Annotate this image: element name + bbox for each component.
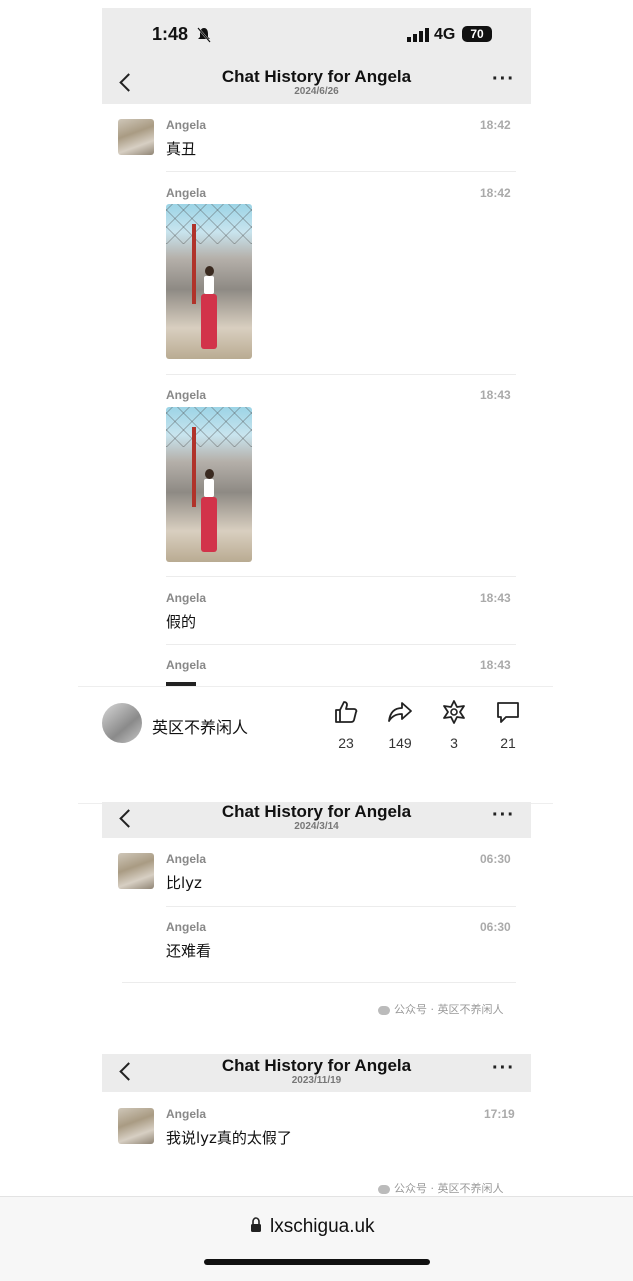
chat-header-2: Chat History for Angela 2024/3/14 ··· bbox=[102, 802, 531, 838]
chat-header-3: Chat History for Angela 2023/11/19 ··· bbox=[102, 1054, 531, 1092]
message-time: 18:43 bbox=[480, 658, 511, 672]
status-bar: 1:48 4G 70 bbox=[102, 8, 531, 64]
like-count: 23 bbox=[338, 735, 354, 751]
message-time: 18:43 bbox=[480, 388, 511, 402]
share-icon bbox=[388, 702, 412, 722]
more-dots-icon[interactable]: ··· bbox=[492, 1057, 515, 1080]
divider bbox=[166, 171, 516, 172]
message-text: 还难看 bbox=[166, 942, 212, 960]
message-time: 18:42 bbox=[480, 186, 511, 200]
comment-icon bbox=[497, 702, 519, 723]
message-text: 我说lyz真的太假了 bbox=[166, 1129, 292, 1147]
wechat-icon bbox=[378, 1005, 390, 1015]
chat-body-3: Angela 17:19 我说lyz真的太假了 bbox=[102, 1092, 531, 1194]
like-button[interactable]: 23 bbox=[326, 699, 366, 751]
sender-name: Angela bbox=[166, 118, 207, 132]
divider bbox=[166, 374, 516, 375]
chat-title: Chat History for Angela bbox=[221, 1056, 412, 1075]
sender-name: Angela bbox=[166, 388, 207, 402]
watermark: 公众号 · 英区不养闲人 bbox=[378, 1001, 504, 1017]
mute-bell-icon bbox=[197, 27, 211, 48]
battery-level: 70 bbox=[470, 27, 484, 41]
avatar bbox=[118, 119, 154, 155]
chat-body-1: Angela 18:42 真丑 Angela 18:42 Angela 18:4… bbox=[102, 104, 531, 686]
sender-name: Angela bbox=[166, 186, 207, 200]
url-text[interactable]: lxschigua.uk bbox=[270, 1216, 375, 1238]
message-text: 假的 bbox=[166, 613, 197, 631]
chat-header-1: Chat History for Angela 2024/6/26 ··· bbox=[102, 64, 531, 104]
comment-count: 21 bbox=[500, 735, 516, 751]
lock-icon bbox=[250, 1217, 262, 1238]
sender-name: Angela bbox=[166, 1107, 207, 1121]
comment-button[interactable]: 21 bbox=[488, 699, 528, 751]
chat-date: 2024/6/26 bbox=[294, 86, 339, 97]
share-count: 149 bbox=[388, 735, 412, 751]
divider bbox=[166, 906, 516, 907]
favorite-icon bbox=[443, 700, 465, 724]
network-type: 4G bbox=[434, 26, 456, 43]
message-time: 17:19 bbox=[484, 1107, 515, 1121]
message-time: 06:30 bbox=[480, 852, 511, 866]
message-time: 18:42 bbox=[480, 118, 511, 132]
sender-name: Angela bbox=[166, 920, 207, 934]
battery-icon: 70 bbox=[462, 26, 492, 42]
message-text: 真丑 bbox=[166, 140, 197, 158]
wechat-icon bbox=[378, 1184, 390, 1194]
share-button[interactable]: 149 bbox=[380, 699, 420, 751]
chat-title: Chat History for Angela bbox=[221, 802, 412, 821]
message-time: 06:30 bbox=[480, 920, 511, 934]
sender-name: Angela bbox=[166, 591, 207, 605]
chat-title: Chat History for Angela bbox=[221, 67, 412, 86]
author-name[interactable]: 英区不养闲人 bbox=[152, 714, 248, 738]
chat-date: 2023/11/19 bbox=[291, 1075, 342, 1086]
author-avatar[interactable] bbox=[102, 703, 142, 743]
message-photo[interactable] bbox=[166, 204, 252, 359]
message-text: 比lyz bbox=[166, 874, 202, 892]
avatar bbox=[118, 853, 154, 889]
favorite-count: 3 bbox=[450, 735, 458, 751]
message-time: 18:43 bbox=[480, 591, 511, 605]
more-dots-icon[interactable]: ··· bbox=[492, 804, 515, 827]
divider bbox=[122, 982, 516, 983]
post-action-bar: 英区不养闲人 23 149 3 21 bbox=[78, 686, 553, 804]
more-dots-icon[interactable]: ··· bbox=[492, 68, 515, 91]
sender-name: Angela bbox=[166, 658, 207, 672]
sender-name: Angela bbox=[166, 852, 207, 866]
browser-url-bar[interactable]: lxschigua.uk bbox=[0, 1196, 633, 1281]
signal-icon bbox=[407, 28, 429, 47]
divider bbox=[166, 644, 516, 645]
home-indicator bbox=[204, 1259, 430, 1265]
favorite-button[interactable]: 3 bbox=[434, 699, 474, 751]
like-icon bbox=[335, 701, 358, 723]
status-time: 1:48 bbox=[152, 24, 189, 44]
avatar bbox=[118, 1108, 154, 1144]
message-photo[interactable] bbox=[166, 407, 252, 562]
divider bbox=[166, 576, 516, 577]
chat-body-2: Angela 06:30 比lyz Angela 06:30 还难看 bbox=[102, 838, 531, 984]
chat-date: 2024/3/14 bbox=[294, 821, 339, 832]
watermark: 公众号 · 英区不养闲人 bbox=[378, 1180, 504, 1196]
